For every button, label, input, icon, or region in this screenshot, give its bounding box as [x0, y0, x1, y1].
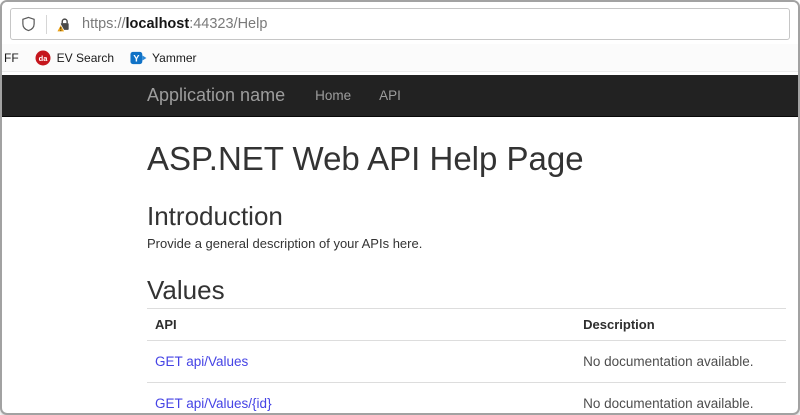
api-table-header-row: API Description [147, 308, 786, 341]
url-path: :44323/Help [189, 16, 268, 32]
api-description: No documentation available. [575, 340, 786, 383]
navbar-brand-link[interactable]: Application name [147, 85, 285, 106]
table-row: GET api/Values No documentation availabl… [147, 340, 786, 383]
bookmark-truncated-label: FF [4, 50, 19, 65]
api-table: API Description GET api/Values No docume… [147, 307, 786, 413]
yammer-favicon: Y [130, 49, 147, 66]
api-link-get-values[interactable]: GET api/Values [155, 354, 248, 369]
api-description: No documentation available. [575, 382, 786, 413]
address-bar-row: https://localhost:44323/Help [2, 2, 798, 44]
app-navbar: Application name Home API [2, 75, 798, 117]
url-host: localhost [125, 16, 190, 32]
ev-search-favicon: da [35, 49, 52, 66]
bookmark-yammer-label: Yammer [152, 50, 197, 65]
svg-text:Y: Y [133, 53, 140, 64]
introduction-description: Provide a general description of your AP… [147, 235, 423, 251]
table-row: GET api/Values/{id} No documentation ava… [147, 382, 786, 413]
url-scheme: https:// [82, 16, 126, 32]
api-column-header: API [147, 308, 576, 341]
browser-window: https://localhost:44323/Help FF da EV Se… [0, 0, 800, 415]
api-link-get-values-id[interactable]: GET api/Values/{id} [155, 396, 272, 411]
nav-link-home[interactable]: Home [301, 88, 365, 103]
description-column-header: Description [575, 308, 786, 341]
svg-text:da: da [39, 53, 49, 62]
values-heading: Values [147, 274, 225, 305]
lock-warning-icon[interactable] [56, 16, 73, 33]
bookmark-ev-search-label: EV Search [56, 50, 115, 65]
bookmark-yammer[interactable]: Y Yammer [130, 49, 197, 66]
bookmarks-bar: FF da EV Search Y Yammer [2, 44, 798, 72]
nav-link-api[interactable]: API [365, 88, 415, 103]
bookmark-truncated[interactable]: FF [4, 51, 19, 65]
address-bar[interactable]: https://localhost:44323/Help [10, 8, 790, 40]
url-text: https://localhost:44323/Help [82, 16, 267, 32]
address-bar-separator [46, 14, 47, 34]
page-title: ASP.NET Web API Help Page [147, 140, 584, 177]
page-content: ASP.NET Web API Help Page Introduction P… [2, 140, 798, 413]
bookmark-ev-search[interactable]: da EV Search [35, 49, 114, 66]
tracking-protection-shield-icon[interactable] [20, 16, 37, 33]
introduction-heading: Introduction [147, 200, 283, 231]
